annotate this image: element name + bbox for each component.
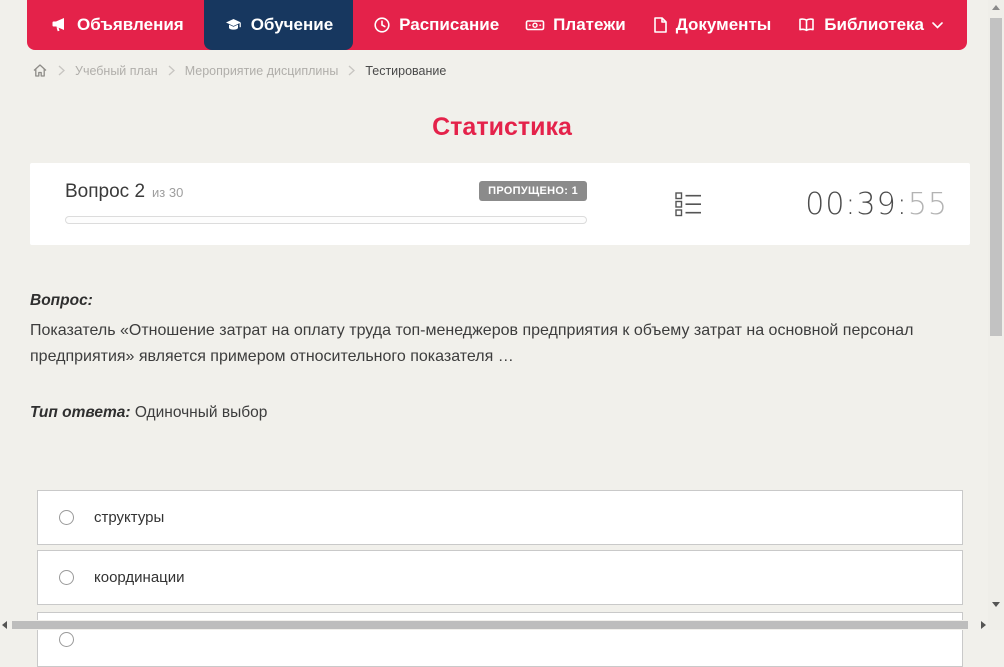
home-icon[interactable] [32, 63, 48, 78]
nav-item-payments[interactable]: Платежи [525, 0, 626, 50]
timer-hours-minutes: 00:39: [805, 187, 908, 222]
document-icon [652, 16, 668, 34]
breadcrumb-separator-icon [168, 65, 175, 76]
answer-type-value: Одиночный выбор [134, 404, 268, 421]
chevron-down-icon [932, 21, 943, 29]
cash-icon [525, 16, 545, 34]
progress-bar [65, 216, 587, 224]
skipped-badge: ПРОПУЩЕНО: 1 [479, 181, 587, 201]
scroll-up-arrow-icon[interactable] [992, 5, 1000, 10]
breadcrumb-separator-icon [348, 65, 356, 76]
nav-item-label: Обучение [250, 15, 334, 34]
horizontal-scrollbar[interactable] [0, 620, 988, 630]
nav-item-label: Документы [675, 15, 772, 34]
scroll-left-arrow-icon[interactable] [2, 621, 7, 629]
answer-type-label: Тип ответа: [30, 404, 131, 421]
answer-option-coordination[interactable]: координации [37, 550, 963, 605]
nav-item-training[interactable]: Обучение [203, 0, 354, 50]
scrollbar-corner [988, 620, 1004, 630]
breadcrumb: Учебный план Мероприятие дисциплины Тест… [32, 63, 446, 78]
scroll-down-arrow-icon[interactable] [992, 602, 1000, 607]
answer-type-line: Тип ответа: Одиночный выбор [30, 404, 935, 422]
question-prompt-label: Вопрос: [30, 292, 93, 309]
nav-item-label: Объявления [77, 15, 184, 34]
breadcrumb-item-testing: Тестирование [365, 63, 447, 78]
nav-item-library[interactable]: Библиотека [797, 0, 943, 50]
breadcrumb-item-curriculum[interactable]: Учебный план [75, 64, 158, 78]
top-navbar: Объявления Обучение Расписание Платежи Д… [27, 0, 967, 50]
question-total: из 30 [152, 185, 184, 200]
nav-item-documents[interactable]: Документы [652, 0, 772, 50]
answer-option-structure[interactable]: структуры [37, 490, 963, 545]
vertical-scrollbar[interactable] [988, 0, 1004, 620]
clock-icon [373, 16, 391, 34]
horizontal-scrollbar-thumb[interactable] [12, 621, 968, 629]
megaphone-icon [51, 16, 69, 34]
radio-button[interactable] [59, 510, 74, 525]
page-title: Статистика [432, 113, 572, 141]
radio-button[interactable] [59, 570, 74, 585]
graduation-cap-icon [224, 16, 243, 34]
question-number: Вопрос 2 [65, 181, 146, 202]
nav-item-schedule[interactable]: Расписание [373, 0, 499, 50]
timer-seconds: 55 [907, 187, 948, 222]
nav-item-announcements[interactable]: Объявления [51, 0, 184, 50]
question-progress-block: Вопрос 2 из 30 ПРОПУЩЕНО: 1 [65, 181, 587, 224]
question-text: Показатель «Отношение затрат на оплату т… [30, 322, 914, 365]
timer: 00:39:55 [805, 187, 948, 222]
scroll-right-arrow-icon[interactable] [981, 621, 986, 629]
nav-item-label: Платежи [553, 15, 626, 34]
vertical-scrollbar-thumb[interactable] [990, 18, 1002, 336]
book-icon [797, 16, 816, 34]
breadcrumb-separator-icon [58, 65, 65, 76]
question-list-icon[interactable] [675, 191, 702, 223]
answer-option-label: структуры [94, 509, 165, 526]
nav-item-label: Расписание [399, 15, 500, 34]
question-status-card: Вопрос 2 из 30 ПРОПУЩЕНО: 1 00:39:55 [30, 163, 970, 245]
nav-item-label: Библиотека [824, 15, 924, 34]
breadcrumb-item-discipline-event[interactable]: Мероприятие дисциплины [185, 64, 339, 78]
answer-option-label: координации [94, 569, 185, 586]
question-block: Вопрос: Показатель «Отношение затрат на … [30, 292, 935, 422]
radio-button[interactable] [59, 632, 74, 647]
